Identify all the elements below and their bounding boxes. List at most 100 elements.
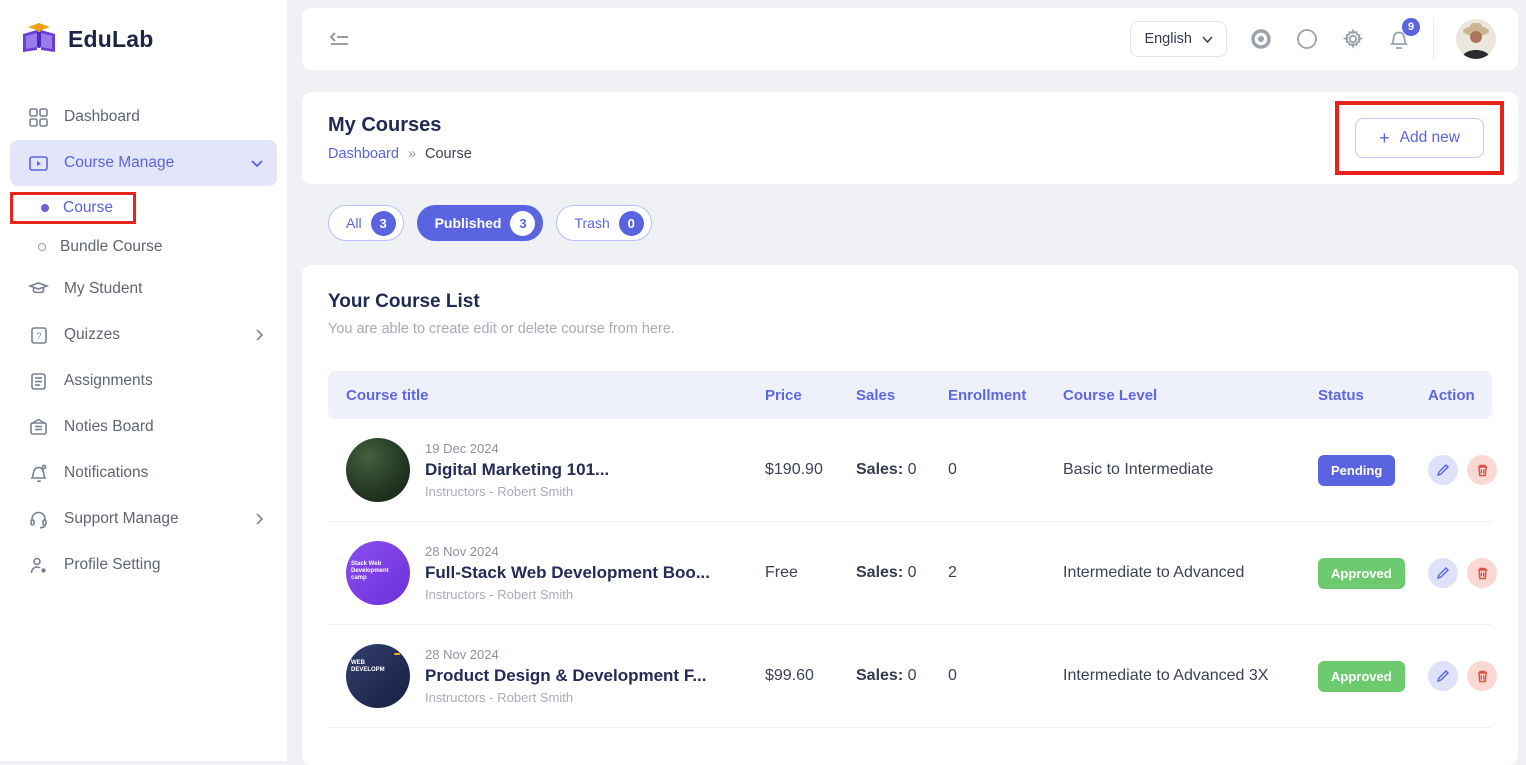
filter-tab-all[interactable]: All 3	[328, 205, 404, 241]
status-badge: Approved	[1318, 661, 1405, 692]
sidebar-item-support-manage[interactable]: Support Manage	[10, 496, 277, 542]
status-filter-tabs: All 3 Published 3 Trash 0	[328, 205, 652, 241]
filter-label: Trash	[574, 215, 609, 231]
course-table: Course title Price Sales Enrollment Cour…	[328, 371, 1492, 728]
course-title-cell: WEB DEVELOPM 28 Nov 2024 Product Design …	[328, 644, 765, 708]
bullet-icon	[38, 243, 46, 251]
course-title-link[interactable]: Product Design & Development F...	[425, 666, 707, 686]
sidebar-item-label: Bundle Course	[60, 238, 163, 256]
student-icon	[28, 279, 49, 300]
enrollment-cell: 0	[948, 461, 1063, 479]
sidebar-item-noties-board[interactable]: Noties Board	[10, 404, 277, 450]
filter-label: Published	[435, 215, 502, 231]
sidebar-item-label: Course	[63, 199, 113, 217]
course-level-cell: Intermediate to Advanced 3X	[1063, 667, 1318, 685]
sidebar-item-assignments[interactable]: Assignments	[10, 358, 277, 404]
breadcrumb: Dashboard » Course	[328, 146, 472, 162]
column-status: Status	[1318, 387, 1428, 404]
sidebar-item-label: Support Manage	[64, 510, 179, 528]
sidebar-item-course-manage[interactable]: Course Manage	[10, 140, 277, 186]
brand-logo[interactable]: EduLab	[0, 0, 287, 66]
enrollment-cell: 2	[948, 564, 1063, 582]
sidebar-item-my-student[interactable]: My Student	[10, 266, 277, 312]
filter-tab-trash[interactable]: Trash 0	[556, 205, 651, 241]
sidebar-item-label: My Student	[64, 280, 142, 298]
chevron-down-icon	[1202, 36, 1213, 43]
delete-button[interactable]	[1467, 661, 1497, 691]
filter-count-badge: 3	[371, 211, 396, 236]
sidebar-item-bundle-course[interactable]: Bundle Course	[10, 232, 277, 262]
headset-icon	[28, 509, 49, 530]
course-instructor: Instructors - Robert Smith	[425, 690, 707, 705]
filter-tab-published[interactable]: Published 3	[417, 205, 544, 241]
column-sales: Sales	[856, 387, 948, 404]
notification-bell-icon[interactable]: 9	[1387, 26, 1411, 52]
breadcrumb-dashboard-link[interactable]: Dashboard	[328, 146, 399, 162]
price-cell: Free	[765, 564, 856, 582]
price-cell: $190.90	[765, 461, 856, 479]
add-new-label: Add new	[1400, 129, 1460, 147]
pencil-icon	[1436, 566, 1450, 580]
status-badge: Approved	[1318, 558, 1405, 589]
edit-button[interactable]	[1428, 661, 1458, 691]
sales-label: Sales:	[856, 564, 903, 581]
bullet-icon	[41, 204, 49, 212]
language-select[interactable]: English	[1130, 21, 1227, 57]
plus-icon: +	[1379, 131, 1390, 145]
status-cell: Approved	[1318, 558, 1428, 589]
edit-button[interactable]	[1428, 558, 1458, 588]
sidebar-item-label: Profile Setting	[64, 556, 161, 574]
sidebar-item-course[interactable]: Course	[13, 195, 133, 221]
enrollment-cell: 0	[948, 667, 1063, 685]
notification-count-badge: 9	[1402, 18, 1420, 36]
sidebar-item-dashboard[interactable]: Dashboard	[10, 94, 277, 140]
visibility-eye-icon[interactable]	[1249, 27, 1273, 51]
course-level-cell: Intermediate to Advanced	[1063, 564, 1318, 582]
course-meta: 28 Nov 2024 Product Design & Development…	[425, 647, 707, 705]
user-avatar[interactable]	[1456, 19, 1496, 59]
course-list-card: Your Course List You are able to create …	[302, 265, 1518, 765]
chevron-down-icon	[251, 159, 263, 167]
sidebar-collapse-icon[interactable]	[328, 30, 350, 48]
course-title-link[interactable]: Digital Marketing 101...	[425, 460, 609, 480]
notifications-bell-icon	[28, 463, 49, 484]
sidebar: EduLab Dashboard Course Manage Course	[0, 0, 287, 761]
column-enrollment: Enrollment	[948, 387, 1063, 404]
topbar-divider	[1433, 18, 1434, 60]
dark-mode-moon-icon[interactable]	[1295, 27, 1319, 51]
delete-button[interactable]	[1467, 558, 1497, 588]
column-course-title: Course title	[328, 387, 765, 404]
delete-button[interactable]	[1467, 455, 1497, 485]
edit-button[interactable]	[1428, 455, 1458, 485]
course-level-cell: Basic to Intermediate	[1063, 461, 1318, 479]
trash-icon	[1476, 669, 1489, 683]
sales-label: Sales:	[856, 667, 903, 684]
edulab-logo-icon	[20, 22, 58, 56]
course-title-link[interactable]: Full-Stack Web Development Boo...	[425, 563, 710, 583]
column-course-level: Course Level	[1063, 387, 1318, 404]
settings-gear-icon[interactable]	[1341, 27, 1365, 51]
course-date: 28 Nov 2024	[425, 647, 707, 662]
sidebar-item-notifications[interactable]: Notifications	[10, 450, 277, 496]
sales-cell: Sales: 0	[856, 461, 948, 479]
sidebar-item-label: Dashboard	[64, 108, 140, 126]
sidebar-item-quizzes[interactable]: ? Quizzes	[10, 312, 277, 358]
status-cell: Pending	[1318, 455, 1428, 486]
sidebar-nav: Dashboard Course Manage Course Bundle Co…	[0, 66, 287, 588]
sales-value: 0	[908, 564, 917, 581]
svg-text:?: ?	[36, 331, 41, 341]
sidebar-item-label: Noties Board	[64, 418, 154, 436]
add-new-button[interactable]: + Add new	[1355, 118, 1484, 158]
course-list-subtitle: You are able to create edit or delete co…	[328, 321, 1492, 337]
sales-label: Sales:	[856, 461, 903, 478]
status-badge: Pending	[1318, 455, 1395, 486]
sales-cell: Sales: 0	[856, 667, 948, 685]
breadcrumb-separator: »	[408, 146, 416, 162]
sidebar-item-profile-setting[interactable]: Profile Setting	[10, 542, 277, 588]
filter-count-badge: 0	[619, 211, 644, 236]
status-cell: Approved	[1318, 661, 1428, 692]
course-title-cell: 19 Dec 2024 Digital Marketing 101... Ins…	[328, 438, 765, 502]
chevron-right-icon	[255, 513, 263, 525]
trash-icon	[1476, 566, 1489, 580]
course-annotation-box: Course	[10, 192, 136, 224]
